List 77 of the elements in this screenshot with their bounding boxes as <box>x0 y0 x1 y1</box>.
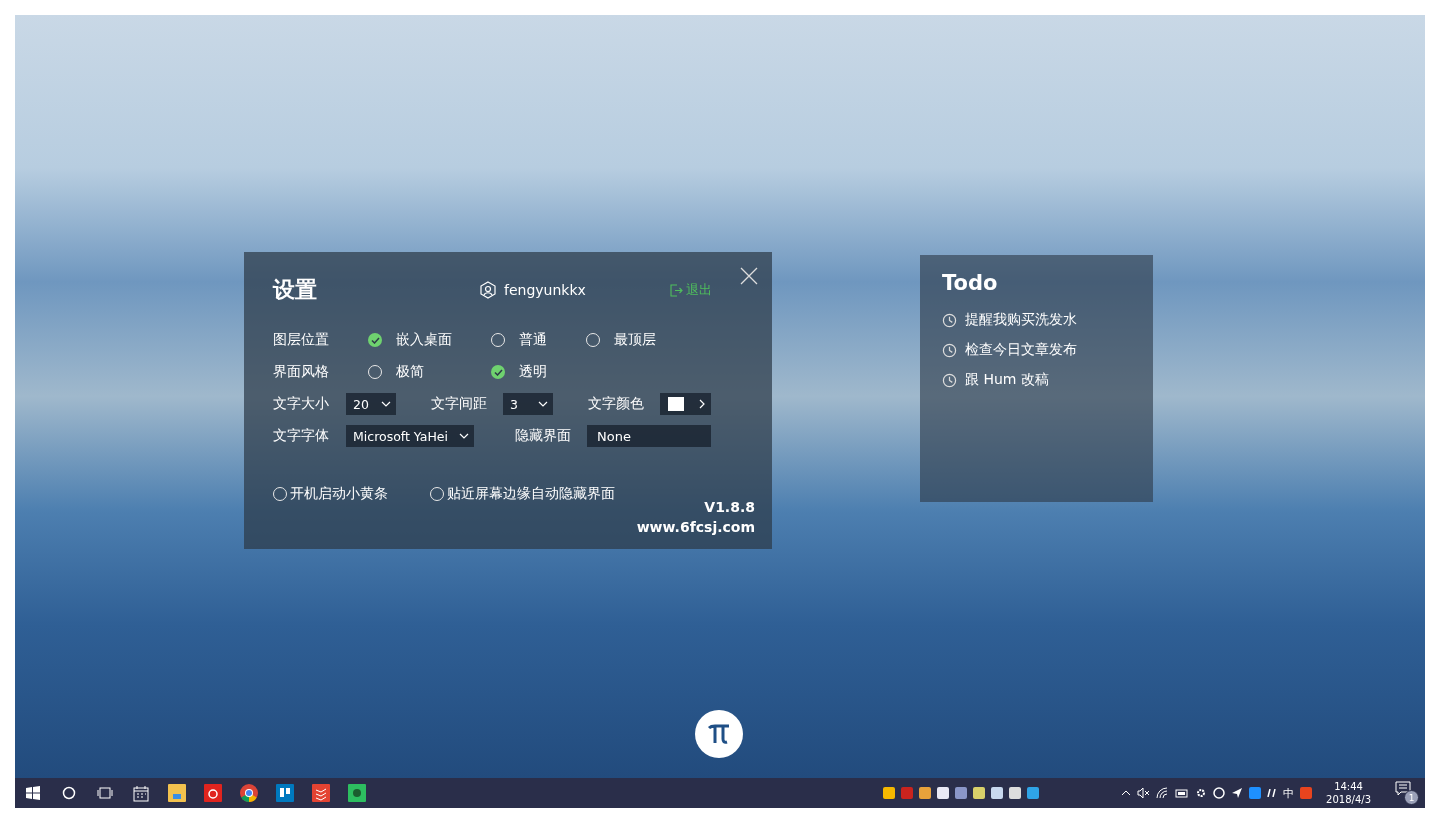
setting-label: 图层位置 <box>273 331 330 349</box>
chevron-down-icon <box>459 433 469 439</box>
tray-app-icon[interactable] <box>955 787 968 799</box>
tray-app-icon[interactable] <box>1027 787 1040 799</box>
search-icon[interactable] <box>62 786 76 800</box>
chevron-down-icon <box>538 401 548 407</box>
gear-icon[interactable] <box>1195 787 1208 799</box>
close-icon[interactable] <box>740 267 758 285</box>
pi-symbol-icon <box>707 723 731 745</box>
color-picker[interactable] <box>660 393 711 415</box>
note-app-icon[interactable] <box>348 784 366 802</box>
paper-plane-icon[interactable] <box>1231 787 1244 799</box>
todo-item[interactable]: 跟 Hum 改稿 <box>965 371 1049 389</box>
radio-option[interactable]: 嵌入桌面 <box>368 331 491 349</box>
option-label: 嵌入桌面 <box>396 331 452 349</box>
date-text: 2018/4/3 <box>1326 793 1371 806</box>
battery-icon[interactable] <box>1175 788 1190 798</box>
user-icon <box>480 281 496 299</box>
circle-icon[interactable] <box>1213 787 1226 799</box>
chevron-down-icon <box>381 401 391 407</box>
option-label: 贴近屏幕边缘自动隐藏界面 <box>447 485 615 503</box>
chevron-up-icon[interactable] <box>1121 790 1132 796</box>
clock-icon <box>942 342 957 358</box>
option-label: 最顶层 <box>614 331 656 349</box>
browser-icon[interactable] <box>240 784 258 802</box>
option-label: 开机启动小黄条 <box>290 485 388 503</box>
clock[interactable]: 14:44 2018/4/3 <box>1326 780 1371 806</box>
username-text: fengyunkkx <box>504 282 586 298</box>
calendar-icon[interactable] <box>133 784 149 802</box>
muted-speaker-icon[interactable] <box>1137 787 1151 799</box>
board-app-icon[interactable] <box>276 784 294 802</box>
option-label: 极简 <box>396 363 424 381</box>
radio-option[interactable]: 极简 <box>368 363 491 381</box>
chevron-right-icon <box>699 399 705 409</box>
font-dropdown[interactable]: Microsoft YaHei <box>346 425 474 447</box>
tray-app-icon[interactable] <box>1009 787 1022 799</box>
windows-start-icon[interactable] <box>26 786 40 800</box>
setting-label: 文字大小 <box>273 395 330 413</box>
todo-item[interactable]: 检查今日文章发布 <box>965 341 1077 359</box>
tray-app-icon[interactable] <box>973 787 986 799</box>
music-app-icon[interactable] <box>204 784 222 802</box>
tray-app-icon[interactable] <box>991 787 1004 799</box>
setting-label: 文字字体 <box>273 427 330 445</box>
checklist-app-icon[interactable] <box>312 784 330 802</box>
todo-title: Todo <box>942 271 999 295</box>
tray-app-icon[interactable] <box>883 787 896 799</box>
radio-option[interactable]: 透明 <box>491 363 591 381</box>
logout-icon <box>670 283 683 297</box>
setting-label: 界面风格 <box>273 363 330 381</box>
wifi-icon[interactable] <box>1156 787 1170 799</box>
spacing-dropdown[interactable]: 3 <box>503 393 553 415</box>
option-label: 普通 <box>519 331 547 349</box>
version-text: V1.8.8 <box>704 499 755 515</box>
hide-field[interactable]: None <box>587 425 711 447</box>
pi-logo[interactable] <box>695 710 743 758</box>
setting-label: 隐藏界面 <box>515 427 572 445</box>
radio-option[interactable]: 最顶层 <box>586 331 686 349</box>
checkbox-option[interactable]: 开机启动小黄条 <box>273 485 430 503</box>
checkbox-option[interactable]: 贴近屏幕边缘自动隐藏界面 <box>430 485 690 503</box>
input-method-indicator[interactable]: 中 <box>1283 785 1295 801</box>
tray-app-icon[interactable] <box>937 787 950 799</box>
time-text: 14:44 <box>1334 780 1363 793</box>
font-size-dropdown[interactable]: 20 <box>346 393 396 415</box>
setting-label: 文字间距 <box>431 395 488 413</box>
option-label: 透明 <box>519 363 547 381</box>
task-view-icon[interactable] <box>97 787 113 799</box>
website-text: www.6fcsj.com <box>636 519 755 535</box>
clock-icon <box>942 372 957 388</box>
tray-app-icon[interactable] <box>919 787 932 799</box>
todo-item[interactable]: 提醒我购买洗发水 <box>965 311 1077 329</box>
setting-label: 文字颜色 <box>588 395 645 413</box>
quote-icon[interactable] <box>1267 789 1278 797</box>
clock-icon <box>942 312 957 328</box>
panel-title: 设置 <box>273 276 318 304</box>
radio-option[interactable]: 普通 <box>491 331 586 349</box>
message-icon <box>1395 781 1411 797</box>
notification-badge: 1 <box>1404 790 1419 805</box>
